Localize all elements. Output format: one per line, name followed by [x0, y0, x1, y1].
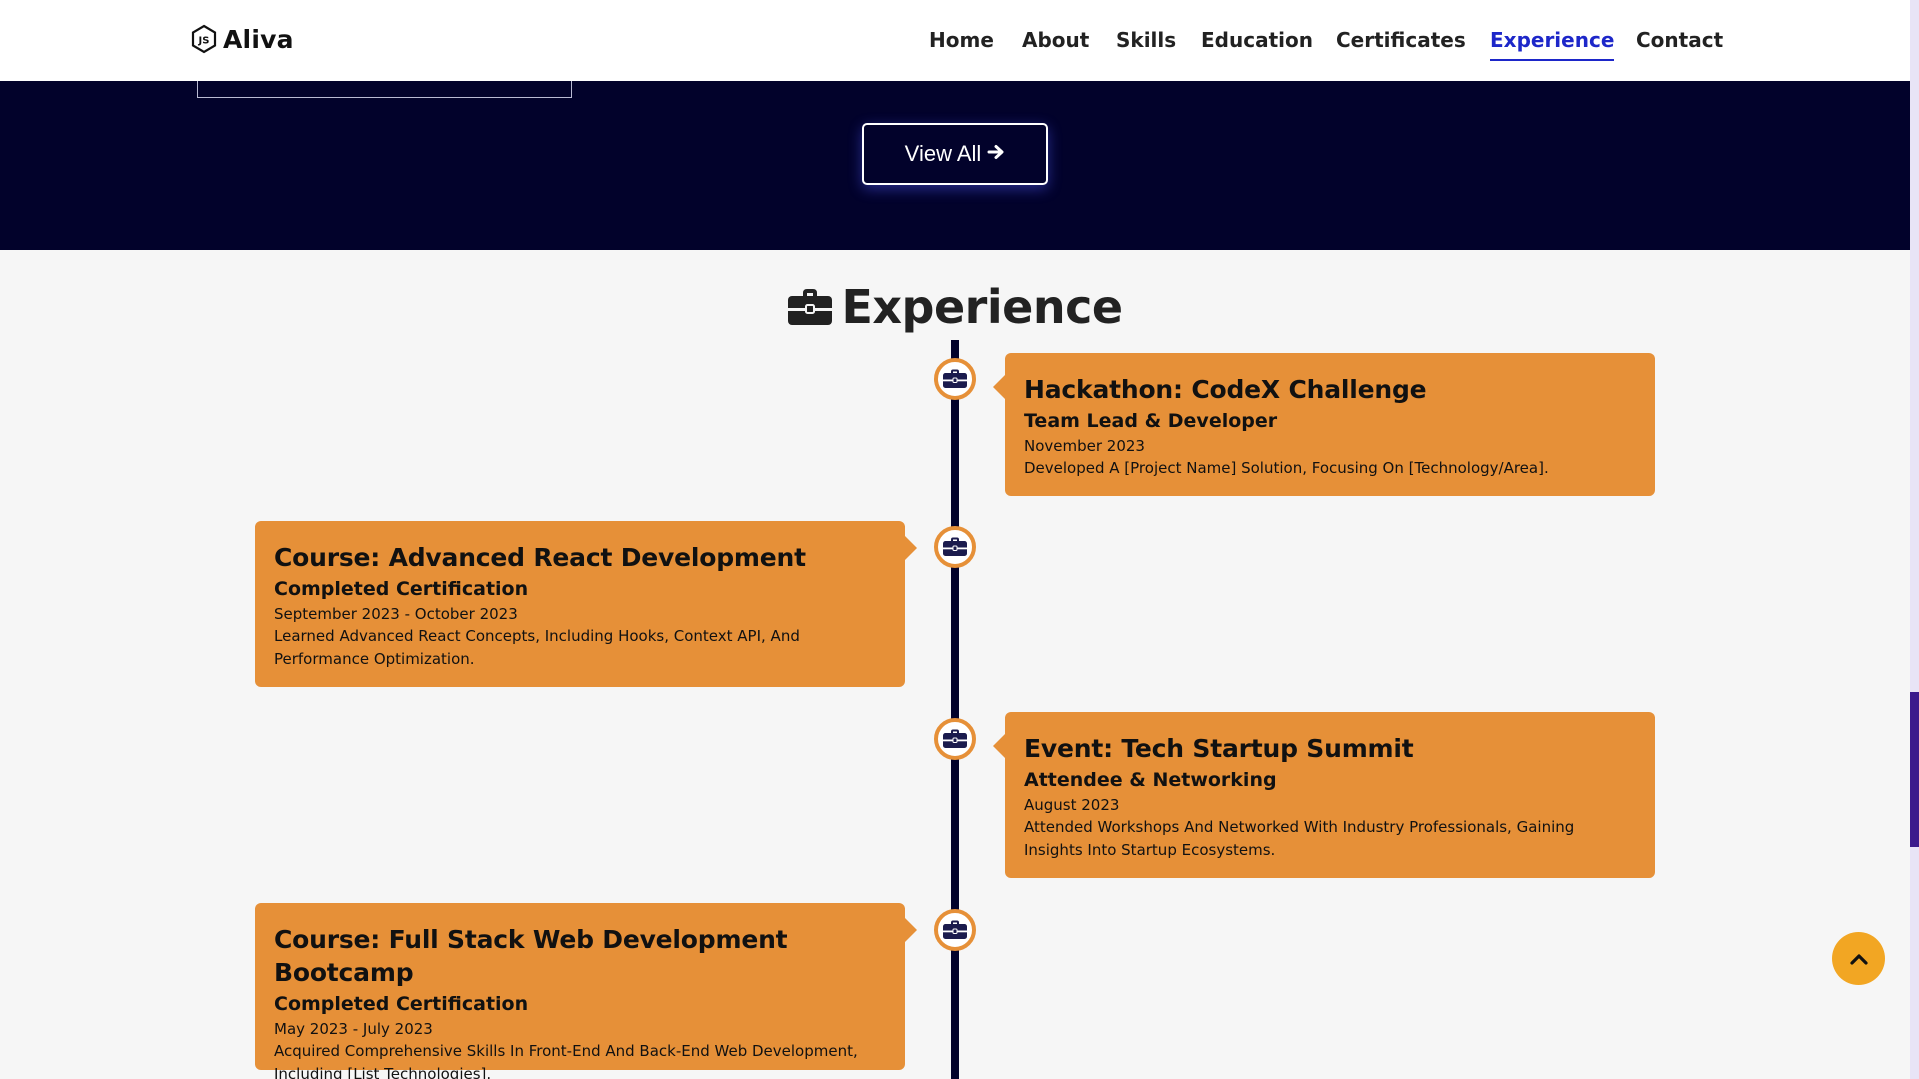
timeline-node-briefcase-icon: [934, 909, 976, 951]
briefcase-icon: [787, 287, 833, 327]
experience-card: Hackathon: CodeX Challenge Team Lead & D…: [993, 353, 1655, 496]
briefcase-icon: [943, 537, 967, 556]
experience-description: Attended Workshops And Networked With In…: [1024, 818, 1575, 859]
experience-card: Course: Full Stack Web Development Bootc…: [255, 903, 917, 1079]
timeline-node-briefcase-icon: [934, 526, 976, 568]
view-all-button[interactable]: View All: [862, 123, 1048, 185]
page-title: Experience: [841, 280, 1123, 334]
briefcase-icon: [943, 369, 967, 388]
experience-description: Acquired Comprehensive Skills In Front-E…: [274, 1042, 858, 1079]
timeline-node-briefcase-icon: [934, 718, 976, 760]
timeline-line: [951, 340, 959, 1079]
experience-date: August 2023: [1024, 796, 1120, 814]
nav-home[interactable]: Home: [929, 28, 994, 52]
experience-date: September 2023 - October 2023: [274, 605, 518, 623]
site-header: JS Aliva Home About Skills Education Cer…: [0, 0, 1910, 81]
experience-title: Event: Tech Startup Summit: [1024, 734, 1414, 763]
nav-experience[interactable]: Experience: [1490, 28, 1615, 61]
briefcase-icon: [943, 920, 967, 939]
logo[interactable]: JS Aliva: [190, 24, 294, 54]
scroll-to-top-button[interactable]: [1832, 932, 1885, 985]
view-all-label: View All: [904, 141, 982, 166]
experience-title: Hackathon: CodeX Challenge: [1024, 375, 1427, 404]
logo-text: Aliva: [223, 24, 294, 54]
briefcase-icon: [943, 729, 967, 748]
experience-title: Course: Full Stack Web Development Bootc…: [274, 925, 788, 987]
nav-education[interactable]: Education: [1201, 28, 1313, 52]
experience-title: Course: Advanced React Development: [274, 543, 806, 572]
timeline-node-briefcase-icon: [934, 358, 976, 400]
nav-skills[interactable]: Skills: [1116, 28, 1176, 52]
experience-card: Course: Advanced React Development Compl…: [255, 521, 917, 687]
experience-role: Attendee & Networking: [1024, 769, 1277, 791]
arrow-right-icon: [987, 141, 1005, 167]
experience-date: November 2023: [1024, 437, 1145, 455]
certificate-card-edge: [197, 81, 572, 98]
experience-description: Learned Advanced React Concepts, Includi…: [274, 627, 800, 668]
section-heading: Experience: [0, 280, 1910, 334]
nav-certificates[interactable]: Certificates: [1336, 28, 1466, 52]
experience-role: Completed Certification: [274, 993, 529, 1015]
nodejs-icon: JS: [190, 24, 218, 54]
experience-role: Team Lead & Developer: [1024, 410, 1278, 432]
nav-contact[interactable]: Contact: [1636, 28, 1723, 52]
nav-about[interactable]: About: [1022, 28, 1089, 52]
page-scrollbar[interactable]: [1910, 0, 1919, 1079]
experience-role: Completed Certification: [274, 578, 529, 600]
scrollbar-thumb[interactable]: [1910, 692, 1919, 847]
experience-date: May 2023 - July 2023: [274, 1020, 433, 1038]
experience-description: Developed A [Project Name] Solution, Foc…: [1024, 459, 1549, 477]
svg-text:JS: JS: [198, 36, 210, 47]
chevron-up-icon: [1849, 953, 1868, 965]
experience-card: Event: Tech Startup Summit Attendee & Ne…: [993, 712, 1655, 878]
